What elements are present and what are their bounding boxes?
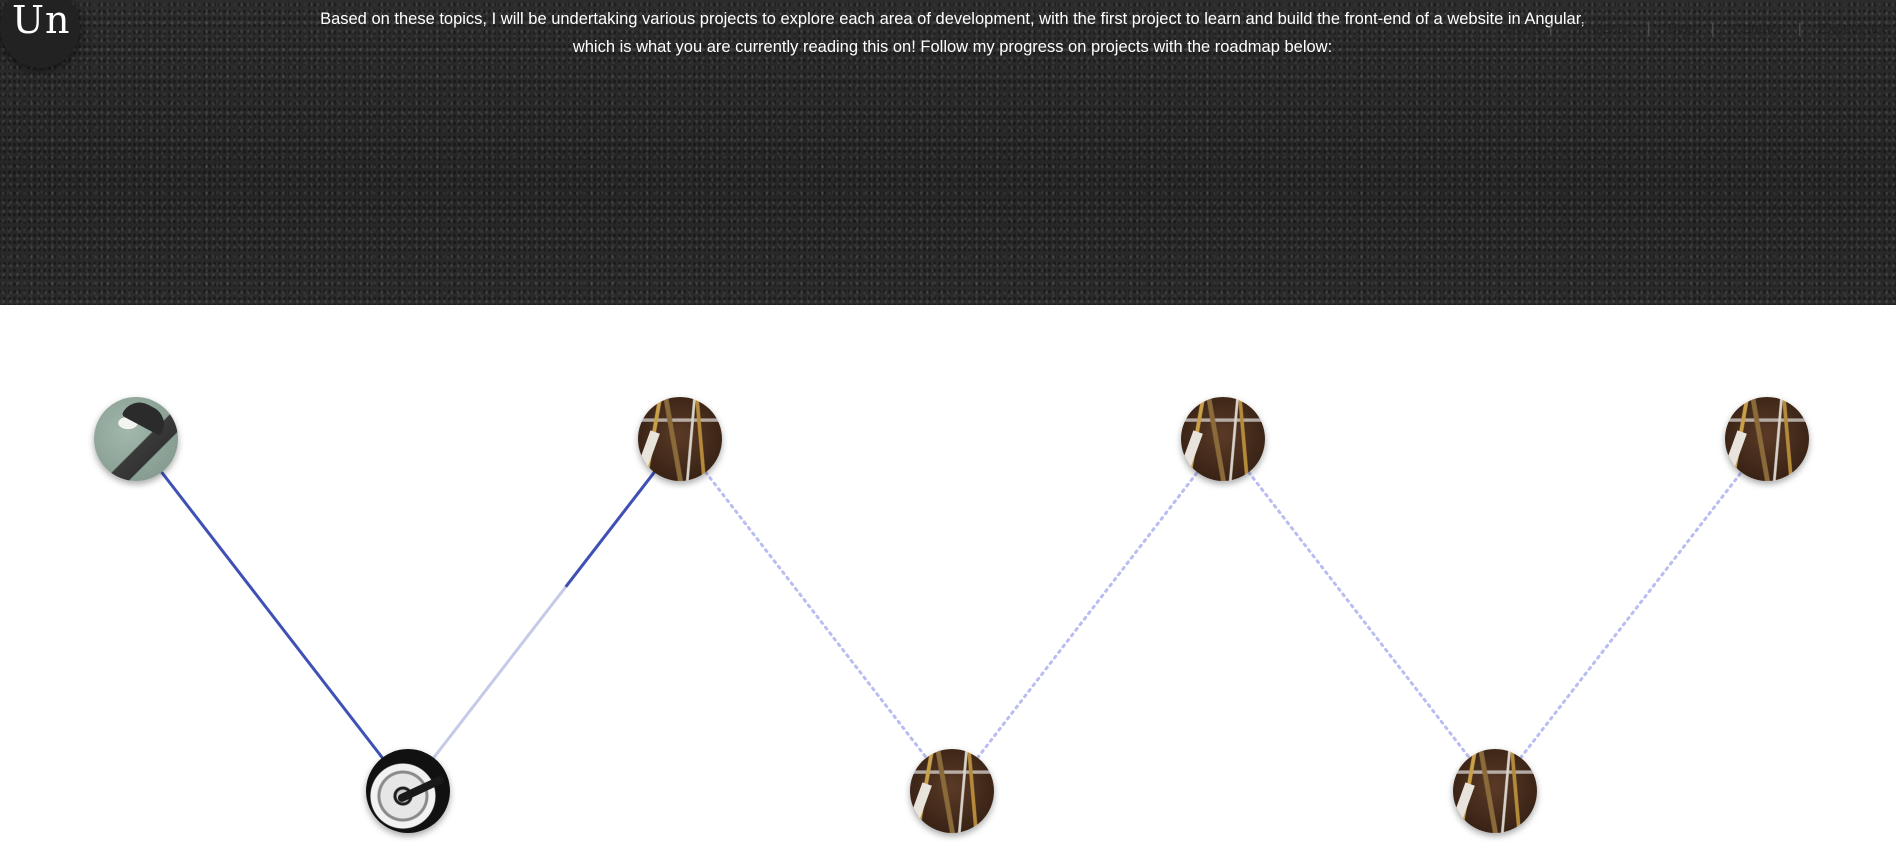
connector-completed [134,438,410,792]
roadmap-node-7[interactable] [1725,397,1809,481]
hero-banner: Un Based on these topics, I will be unde… [0,0,1896,305]
intro-line-2: which is what you are currently reading … [572,38,1333,56]
roadmap-node-2[interactable] [366,749,450,833]
nav-separator: | [1549,20,1553,36]
roadmap-node-3[interactable] [638,397,722,481]
nav-separator: | [1647,20,1651,36]
nav-projects[interactable]: Projects [1578,20,1629,36]
main-nav: Home | Projects | Blog | Contact | Exper… [1495,18,1895,42]
intro-line-1: Based on these topics, I will be underta… [320,10,1585,28]
connector-pending [1221,437,1497,793]
nav-experience[interactable]: Experience [1819,20,1889,36]
nav-contact[interactable]: Contact [1733,20,1781,36]
nav-home[interactable]: Home [1506,20,1543,36]
connector-pending [950,437,1225,793]
connector-pending [678,437,954,793]
connector-pending [1493,437,1769,793]
roadmap-node-6[interactable] [1453,749,1537,833]
roadmap-node-4[interactable] [910,749,994,833]
nav-blog[interactable]: Blog [1668,20,1696,36]
nav-separator: | [1798,20,1802,36]
roadmap-node-5[interactable] [1181,397,1265,481]
logo[interactable]: Un [0,0,80,68]
nav-separator: | [1711,20,1715,36]
logo-text: Un [12,0,71,42]
intro-text: Based on these topics, I will be underta… [320,5,1585,61]
roadmap [0,305,1896,867]
roadmap-node-1[interactable] [94,397,178,481]
